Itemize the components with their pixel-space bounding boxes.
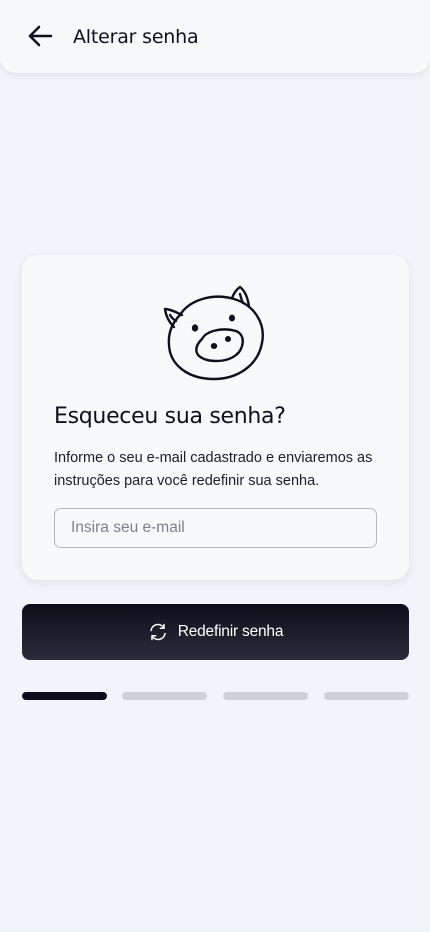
- arrow-left-icon: [28, 25, 53, 47]
- page-title: Alterar senha: [73, 26, 199, 48]
- card-description: Informe o seu e-mail cadastrado e enviar…: [54, 450, 373, 489]
- app-header: Alterar senha: [0, 0, 430, 73]
- refresh-icon: [148, 622, 168, 642]
- progress-step-4: [324, 692, 409, 700]
- reset-password-button[interactable]: Redefinir senha: [22, 604, 409, 660]
- back-button[interactable]: [22, 20, 58, 52]
- email-field[interactable]: [54, 508, 377, 548]
- progress-step-3: [223, 692, 308, 700]
- step-progress: [22, 692, 409, 700]
- progress-step-2: [122, 692, 207, 700]
- forgot-password-card: Esqueceu sua senha? Informe o seu e-mail…: [22, 255, 409, 580]
- progress-step-1: [22, 692, 107, 700]
- pig-face-icon: [163, 285, 264, 381]
- reset-password-label: Redefinir senha: [177, 623, 284, 640]
- card-title: Esqueceu sua senha?: [54, 404, 286, 429]
